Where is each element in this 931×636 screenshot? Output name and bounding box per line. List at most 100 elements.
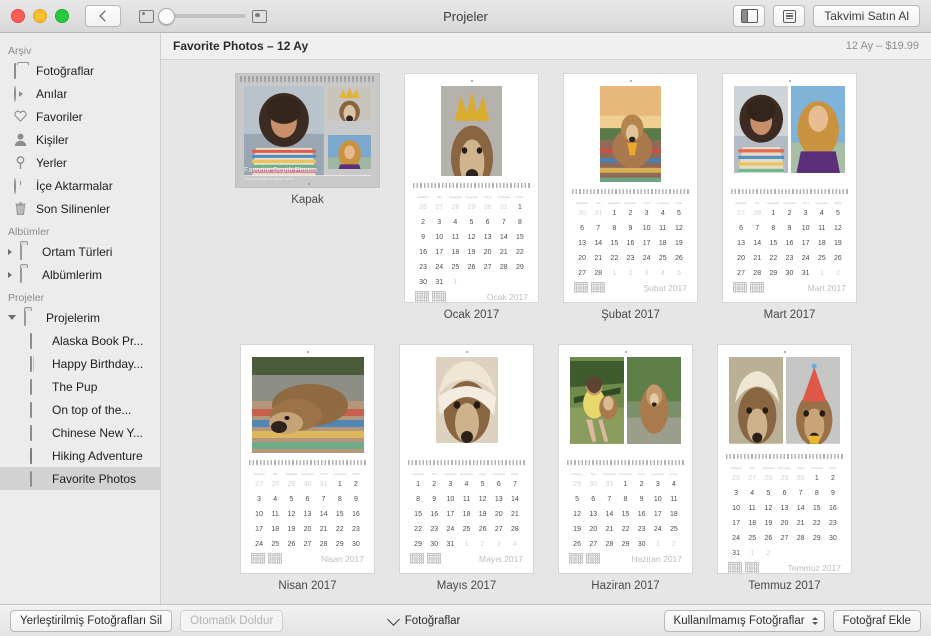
day-cell: 5 [760, 486, 776, 501]
zoom-slider[interactable] [160, 14, 246, 18]
day-cell: 29 [809, 531, 825, 546]
cover-artwork[interactable]: Favorite Depth Photos Insert a subtitle … [236, 74, 379, 187]
folder-icon [24, 311, 39, 325]
photos-panel-toggle[interactable]: Fotoğraflar [389, 615, 461, 627]
book-icon [30, 426, 45, 440]
month-photo[interactable] [441, 86, 503, 176]
disclosure-triangle-icon[interactable] [8, 249, 12, 255]
back-button[interactable] [85, 5, 121, 27]
day-cell: 21 [507, 507, 523, 522]
sidebar-item-places[interactable]: Yerler [0, 151, 160, 174]
calendar-cover-page[interactable]: Favorite Depth Photos Insert a subtitle … [236, 74, 379, 321]
sidebar-item-on-top-of-the[interactable]: On top of the... [0, 398, 160, 421]
sidebar-item-hiking-adventure[interactable]: Hiking Adventure [0, 444, 160, 467]
sidebar-item-alaska-book[interactable]: Alaska Book Pr... [0, 329, 160, 352]
sidebar-item-my-albums[interactable]: Albümlerim [0, 263, 160, 286]
cover-text-block[interactable]: Favorite Depth Photos Insert a subtitle … [244, 167, 371, 181]
weekday-label: Pazartesi [251, 473, 267, 476]
day-cell: 8 [606, 221, 622, 236]
close-button[interactable] [11, 9, 25, 23]
minimize-button[interactable] [33, 9, 47, 23]
maximize-button[interactable] [55, 9, 69, 23]
day-cell: 30 [426, 537, 442, 552]
month-photo-area[interactable] [416, 86, 528, 176]
day-cell: 25 [458, 522, 474, 537]
sidebar-item-happy-birthday[interactable]: Happy Birthday... [0, 352, 160, 375]
split-view-button[interactable] [733, 5, 765, 27]
calendar-month-page[interactable]: Pazartesi Salı Çarşamba Perşembe Cuma Cu… [559, 345, 692, 592]
month-footer: Temmuz 2017 [728, 562, 841, 573]
day-cell: 23 [634, 522, 650, 537]
month-page-subat[interactable]: Pazartesi Salı Çarşamba Perşembe Cuma Cu… [564, 74, 697, 302]
day-cell: 14 [590, 236, 606, 251]
disclosure-triangle-icon[interactable] [8, 272, 12, 278]
buy-calendar-button[interactable]: Takvimi Satın Al [813, 5, 920, 27]
info-panel-button[interactable] [773, 5, 805, 27]
cover-photo-main[interactable] [244, 86, 324, 179]
calendar-month-page[interactable]: Pazartesi Salı Çarşamba Perşembe Cuma Cu… [564, 74, 697, 321]
calendar-month-page[interactable]: Pazartesi Salı Çarşamba Perşembe Cuma Cu… [723, 74, 856, 321]
month-photo[interactable] [252, 357, 364, 453]
window-controls [11, 9, 69, 23]
sidebar-item-memories[interactable]: Anılar [0, 82, 160, 105]
sidebar-item-imports[interactable]: İçe Aktarmalar [0, 174, 160, 197]
photo-filter-label: Kullanılmamış Fotoğraflar [674, 615, 805, 627]
day-cell: 23 [825, 516, 841, 531]
month-page-temmuz[interactable]: Pazartesi Salı Çarşamba Perşembe Cuma Cu… [718, 345, 851, 573]
sidebar-item-chinese-new-year[interactable]: Chinese New Y... [0, 421, 160, 444]
month-photo-area[interactable] [734, 86, 846, 182]
calendar-month-page[interactable]: Pazartesi Salı Çarşamba Perşembe Cuma Cu… [405, 74, 538, 321]
zoom-slider-knob[interactable] [158, 8, 175, 25]
sidebar-item-photos[interactable]: Fotoğraflar [0, 59, 160, 82]
cover-photo-top-right[interactable] [328, 86, 371, 131]
delete-placed-photos-button[interactable]: Yerleştirilmiş Fotoğrafları Sil [10, 610, 172, 632]
month-page-haziran[interactable]: Pazartesi Salı Çarşamba Perşembe Cuma Cu… [559, 345, 692, 573]
sidebar-item-favorite-photos[interactable]: Favorite Photos [0, 467, 160, 490]
month-photo-area[interactable] [570, 357, 682, 453]
month-page-ocak[interactable]: Pazartesi Salı Çarşamba Perşembe Cuma Cu… [405, 74, 538, 302]
calendar-month-page[interactable]: Pazartesi Salı Çarşamba Perşembe Cuma Cu… [718, 345, 851, 592]
month-photo-area[interactable] [252, 357, 364, 453]
month-photo-area[interactable] [575, 86, 687, 182]
month-page-mayis[interactable]: Pazartesi Salı Çarşamba Perşembe Cuma Cu… [400, 345, 533, 573]
sidebar-item-the-pup[interactable]: The Pup [0, 375, 160, 398]
month-page-nisan[interactable]: Pazartesi Salı Çarşamba Perşembe Cuma Cu… [241, 345, 374, 573]
month-photo[interactable] [734, 86, 789, 182]
month-photo-area[interactable] [729, 357, 841, 447]
month-photo[interactable] [436, 357, 498, 453]
day-cell: 18 [267, 522, 283, 537]
disclosure-triangle-icon[interactable] [8, 315, 16, 320]
day-cell: 4 [267, 492, 283, 507]
trash-icon [14, 202, 29, 216]
month-photo-area[interactable] [411, 357, 523, 453]
zoom-slider-group[interactable] [139, 10, 267, 23]
month-photo[interactable] [791, 86, 846, 182]
autofill-button[interactable]: Otomatik Doldur [180, 610, 283, 632]
month-photo[interactable] [570, 357, 625, 453]
sidebar-item-my-projects[interactable]: Projelerim [0, 306, 160, 329]
month-photo[interactable] [600, 86, 662, 182]
sidebar-item-people[interactable]: Kişiler [0, 128, 160, 151]
photo-filter-popup[interactable]: Kullanılmamış Fotoğraflar [664, 610, 825, 632]
month-photo[interactable] [729, 357, 784, 447]
sidebar-item-label: Chinese New Y... [52, 426, 143, 440]
month-photo[interactable] [786, 357, 841, 447]
sidebar-item-media-types[interactable]: Ortam Türleri [0, 240, 160, 263]
day-cell: 14 [749, 236, 765, 251]
day-cell: 22 [410, 522, 426, 537]
day-cell: 13 [299, 507, 315, 522]
sidebar-item-recently-deleted[interactable]: Son Silinenler [0, 197, 160, 220]
day-cell: 13 [574, 236, 590, 251]
weekday-label: Cuma [475, 473, 491, 476]
month-photo[interactable] [627, 357, 682, 453]
calendar-month-page[interactable]: Pazartesi Salı Çarşamba Perşembe Cuma Cu… [400, 345, 533, 592]
add-photo-button[interactable]: Fotoğraf Ekle [833, 610, 921, 632]
calendar-month-page[interactable]: Pazartesi Salı Çarşamba Perşembe Cuma Cu… [241, 345, 374, 592]
mini-calendars [728, 562, 759, 573]
month-page-mart[interactable]: Pazartesi Salı Çarşamba Perşembe Cuma Cu… [723, 74, 856, 302]
sidebar-item-favorites[interactable]: Favoriler [0, 105, 160, 128]
window-body: Arşiv Fotoğraflar Anılar Favoriler Kişil… [0, 33, 931, 604]
folder-icon [20, 245, 35, 259]
day-cell: 17 [431, 245, 447, 260]
day-cell: 31 [442, 537, 458, 552]
